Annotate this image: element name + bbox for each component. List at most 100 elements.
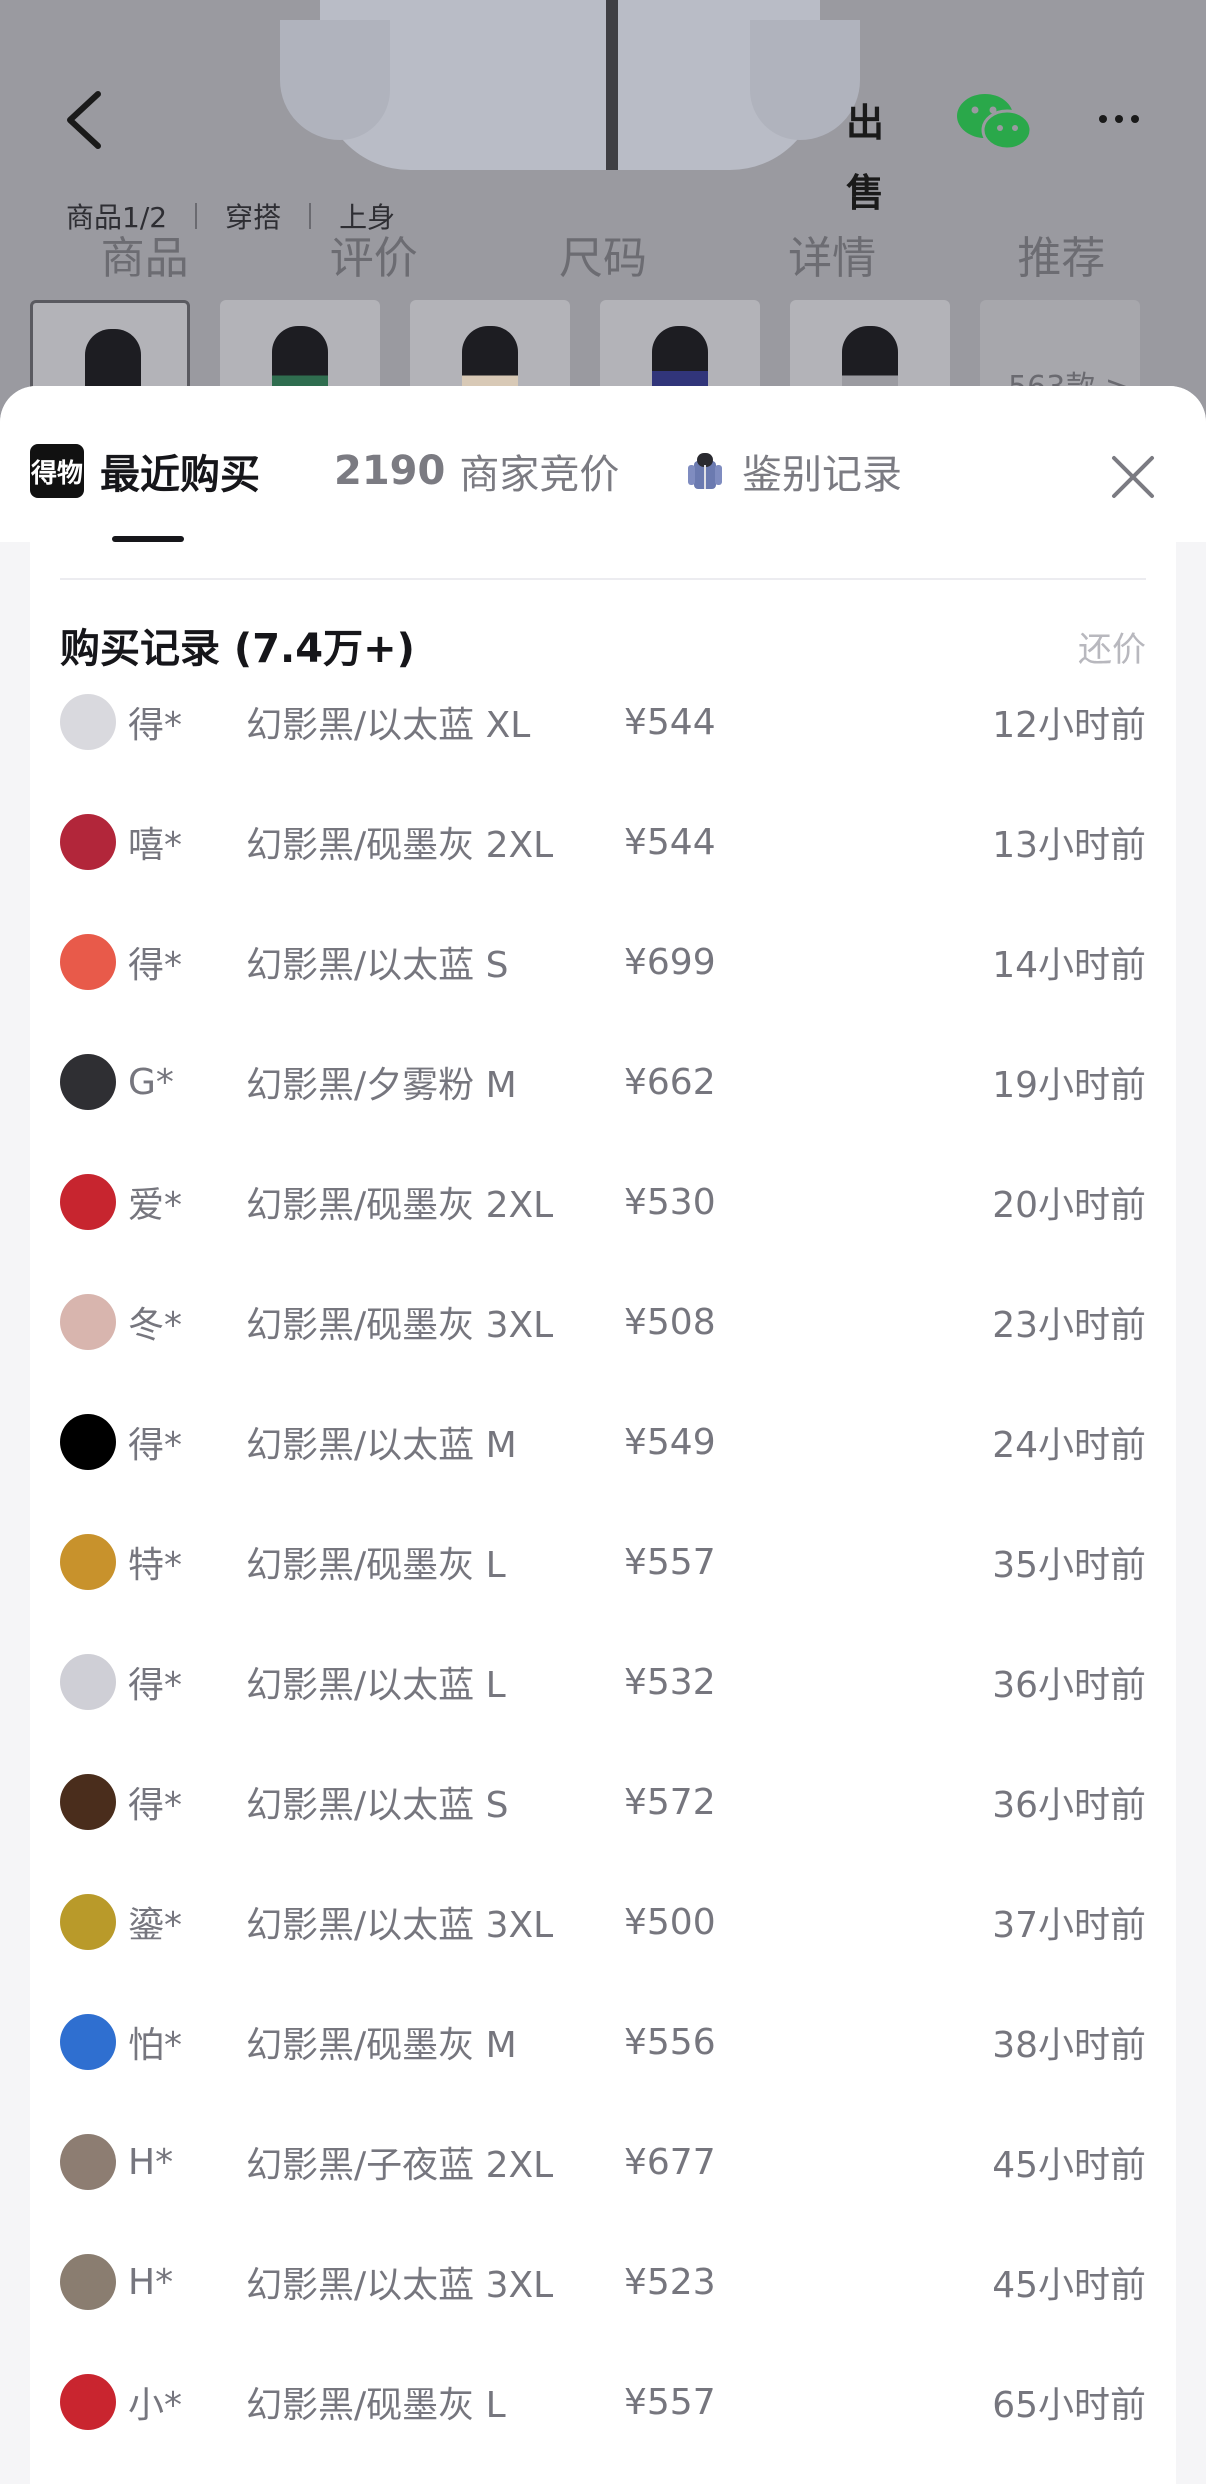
purchase-history-sheet: 得物 最近购买 2190 商家竞价 鉴别记录 购买记录 (7.4万+) 还价 得… [0,386,1206,2484]
time-ago: 65小时前 [992,2385,1146,2426]
avatar [60,2134,116,2190]
purchase-record-row: 特* 幻影黑/砚墨灰 L ¥557 35小时前 [30,1502,1176,1622]
tab-recommend[interactable]: 推荐 [1017,222,1105,286]
tab-size[interactable]: 尺码 [559,222,647,286]
buyer-name: 爱* [128,1185,183,1226]
wechat-share-icon[interactable] [955,90,1035,156]
price: ¥677 [624,2141,716,2183]
avatar [60,934,116,990]
avatar [60,814,116,870]
product-spec: 幻影黑/以太蓝 L [246,1665,506,1706]
purchase-record-row: 爱* 幻影黑/砚墨灰 2XL ¥530 20小时前 [30,1142,1176,1262]
price: ¥523 [624,2261,716,2303]
bids-count: 2190 [334,448,446,494]
price: ¥530 [624,1181,716,1223]
close-icon[interactable] [1108,452,1158,502]
product-page-background: 出售 商品1/2 穿搭 上身 商品 评价 尺码 详情 推荐 563款 > [0,0,1206,420]
product-spec: 幻影黑/以太蓝 3XL [246,2265,554,2306]
buyer-name: H* [128,2141,174,2183]
buyer-name: G* [128,1061,174,1103]
price: ¥699 [624,941,716,983]
time-ago: 45小时前 [992,2145,1146,2186]
records-card: 购买记录 (7.4万+) 还价 得* 幻影黑/以太蓝 XL ¥544 12小时前 嘻* 幻… [30,542,1176,2484]
product-spec: 幻影黑/以太蓝 3XL [246,1905,554,1946]
tab-authentication-records[interactable]: 鉴别记录 [688,442,902,500]
purchase-record-row: 得* 幻影黑/以太蓝 M ¥549 24小时前 [30,1382,1176,1502]
product-spec: 幻影黑/砚墨灰 2XL [246,1185,554,1226]
tab-product[interactable]: 商品 [101,222,189,286]
time-ago: 24小时前 [992,1425,1146,1466]
product-spec: 幻影黑/砚墨灰 3XL [246,1305,554,1346]
time-ago: 19小时前 [992,1065,1146,1106]
product-image [280,0,860,170]
buyer-name: 怕* [128,2025,183,2066]
product-spec: 幻影黑/夕雾粉 M [246,1065,517,1106]
time-ago: 37小时前 [992,1905,1146,1946]
product-spec: 幻影黑/以太蓝 S [246,945,509,986]
buyer-name: 冬* [128,1305,183,1346]
avatar [60,2014,116,2070]
tab-reviews[interactable]: 评价 [330,222,418,286]
time-ago: 38小时前 [992,2025,1146,2066]
purchase-record-row: H* 幻影黑/以太蓝 3XL ¥523 45小时前 [30,2222,1176,2342]
buyer-name: 得* [128,945,183,986]
tab-merchant-bids[interactable]: 2190 商家竞价 [334,442,619,500]
purchase-record-row: 嘻* 幻影黑/砚墨灰 2XL ¥544 13小时前 [30,782,1176,902]
purchase-record-row: 得* 幻影黑/以太蓝 S ¥699 14小时前 [30,902,1176,1022]
price: ¥556 [624,2021,716,2063]
price: ¥532 [624,1661,716,1703]
product-spec: 幻影黑/以太蓝 S [246,1785,509,1826]
purchase-records-list: 得* 幻影黑/以太蓝 XL ¥544 12小时前 嘻* 幻影黑/砚墨灰 2XL ¥544 13… [30,662,1176,2462]
avatar [60,2374,116,2430]
time-ago: 14小时前 [992,945,1146,986]
avatar [60,2254,116,2310]
product-spec: 幻影黑/以太蓝 XL [246,705,531,746]
tab-recent-label: 最近购买 [100,452,260,498]
dewu-logo: 得物 [30,444,84,498]
price: ¥557 [624,1541,716,1583]
buyer-name: 得* [128,1785,183,1826]
avatar [60,694,116,750]
price: ¥557 [624,2381,716,2423]
purchase-record-row: 怕* 幻影黑/砚墨灰 M ¥556 38小时前 [30,1982,1176,2102]
product-spec: 幻影黑/砚墨灰 L [246,2385,506,2426]
buyer-name: 小* [128,2385,183,2426]
time-ago: 35小时前 [992,1545,1146,1586]
price: ¥544 [624,821,716,863]
tab-details[interactable]: 详情 [788,222,876,286]
buyer-name: 特* [128,1545,183,1586]
time-ago: 36小时前 [992,1665,1146,1706]
product-spec: 幻影黑/砚墨灰 L [246,1545,506,1586]
avatar [60,1774,116,1830]
avatar [60,1894,116,1950]
sell-button[interactable]: 出售 [830,88,900,215]
time-ago: 20小时前 [992,1185,1146,1226]
back-icon[interactable] [60,90,110,150]
purchase-record-row: 小* 幻影黑/砚墨灰 L ¥557 65小时前 [30,2342,1176,2462]
divider [60,578,1146,580]
price: ¥572 [624,1781,716,1823]
buyer-name: 嘻* [128,825,183,866]
avatar [60,1534,116,1590]
avatar [60,1174,116,1230]
buyer-name: 得* [128,705,183,746]
time-ago: 45小时前 [992,2265,1146,2306]
purchase-record-row: 得* 幻影黑/以太蓝 L ¥532 36小时前 [30,1622,1176,1742]
tab-auth-label: 鉴别记录 [742,452,902,498]
price: ¥544 [624,701,716,743]
sheet-header: 得物 最近购买 2190 商家竞价 鉴别记录 [0,386,1206,542]
purchase-record-row: 冬* 幻影黑/砚墨灰 3XL ¥508 23小时前 [30,1262,1176,1382]
price: ¥500 [624,1901,716,1943]
time-ago: 23小时前 [992,1305,1146,1346]
time-ago: 13小时前 [992,825,1146,866]
price: ¥549 [624,1421,716,1463]
more-icon[interactable] [1095,95,1155,145]
buyer-name: 得* [128,1665,183,1706]
product-main-tabs: 商品 评价 尺码 详情 推荐 [0,222,1206,286]
product-spec: 幻影黑/砚墨灰 2XL [246,825,554,866]
tab-recent-purchases[interactable]: 得物 最近购买 [30,442,260,500]
avatar [60,1654,116,1710]
purchase-record-row: 得* 幻影黑/以太蓝 S ¥572 36小时前 [30,1742,1176,1862]
time-ago: 36小时前 [992,1785,1146,1826]
purchase-record-row: 得* 幻影黑/以太蓝 XL ¥544 12小时前 [30,662,1176,782]
